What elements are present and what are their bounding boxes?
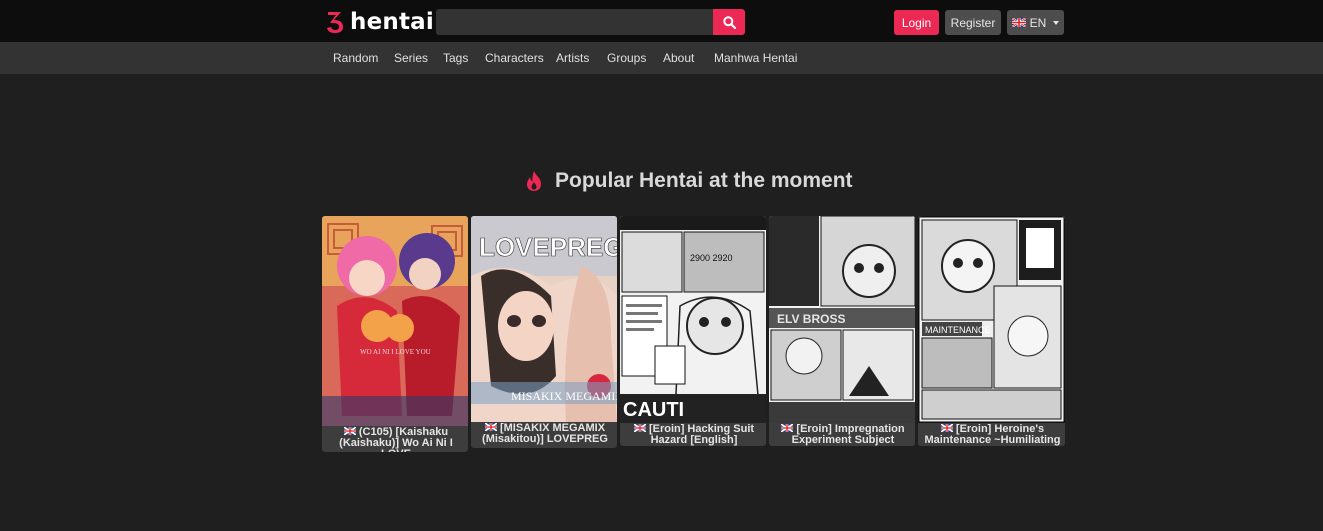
svg-text:CAUTI: CAUTI [623,399,684,421]
gallery-caption[interactable]: [Eroin] Hacking Suit Hazard [English] [K… [620,423,766,446]
nav-item-groups[interactable]: Groups [607,42,646,74]
gallery-cover[interactable]: CAUTI 2900 2920 [620,216,766,423]
language-label: EN [1029,15,1047,30]
nav-item-manhwa[interactable]: Manhwa Hentai [714,42,797,74]
search-input[interactable] [436,9,714,35]
gb-flag-icon [484,423,497,431]
svg-text:ELV BROSS: ELV BROSS [777,312,845,326]
site-logo[interactable]: hentai [325,9,434,35]
gallery-cover[interactable]: ELV BROSS [769,216,915,423]
svg-text:MAINTENANCE: MAINTENANCE [925,325,991,335]
chevron-down-icon [1053,20,1060,25]
gallery-caption[interactable]: [MISAKIX MEGAMIX (Misakitou)] LOVEPREG [471,422,617,448]
language-select[interactable]: EN [1007,10,1064,35]
gallery-title: [Eroin] Impregnation Experiment Subject … [791,423,905,447]
login-button[interactable]: Login [894,10,939,35]
nav-item-random[interactable]: Random [333,42,378,74]
nav-bar: Random Series Tags Characters Artists Gr… [0,42,1323,74]
logo-mark-icon [327,12,343,33]
gb-flag-icon [781,424,794,432]
gb-flag-icon [940,424,953,432]
cover-title: LOVEPREG [479,232,617,262]
search-button[interactable] [713,9,745,35]
search-icon [722,15,736,29]
nav-item-tags[interactable]: Tags [443,42,468,74]
gallery-title: [Eroin] Hacking Suit Hazard [English] [K… [648,423,755,447]
gallery-cover[interactable]: MISAKIX MEGAMIX LOVEPREG [471,216,617,422]
section-title: Popular Hentai at the moment [555,169,853,192]
svg-text:MISAKIX MEGAMIX: MISAKIX MEGAMIX [511,389,617,403]
gallery-caption[interactable]: [Eroin] Impregnation Experiment Subject … [769,423,915,446]
logo-text: hentai [350,9,434,35]
gallery-title: [MISAKIX MEGAMIX (Misakitou)] LOVEPREG [482,422,608,445]
nav-item-series[interactable]: Series [394,42,428,74]
gb-flag-icon [633,424,646,432]
gb-flag-icon [343,427,356,435]
top-bar: hentai Login Register EN [0,0,1323,42]
nav-item-characters[interactable]: Characters [485,42,544,74]
nav-item-about[interactable]: About [663,42,694,74]
register-button[interactable]: Register [945,10,1001,35]
gallery-caption[interactable]: (C105) [Kaishaku (Kaishaku)] Wo Ai Ni I … [322,426,468,452]
gallery-cover[interactable]: MAINTENANCE [918,216,1065,423]
nav-item-artists[interactable]: Artists [556,42,589,74]
svg-text:2900 2920: 2900 2920 [690,253,733,263]
gb-flag-icon [1011,18,1026,27]
fire-icon [527,171,541,191]
gallery-caption[interactable]: [Eroin] Heroine's Maintenance ~Humiliati… [918,423,1065,446]
gallery-title: (C105) [Kaishaku (Kaishaku)] Wo Ai Ni I … [339,426,453,453]
gallery-cover[interactable]: WO AI NI I LOVE YOU [322,216,468,426]
popular-heading: Popular Hentai at the moment [525,168,853,194]
svg-text:WO AI NI I LOVE YOU: WO AI NI I LOVE YOU [360,348,431,356]
